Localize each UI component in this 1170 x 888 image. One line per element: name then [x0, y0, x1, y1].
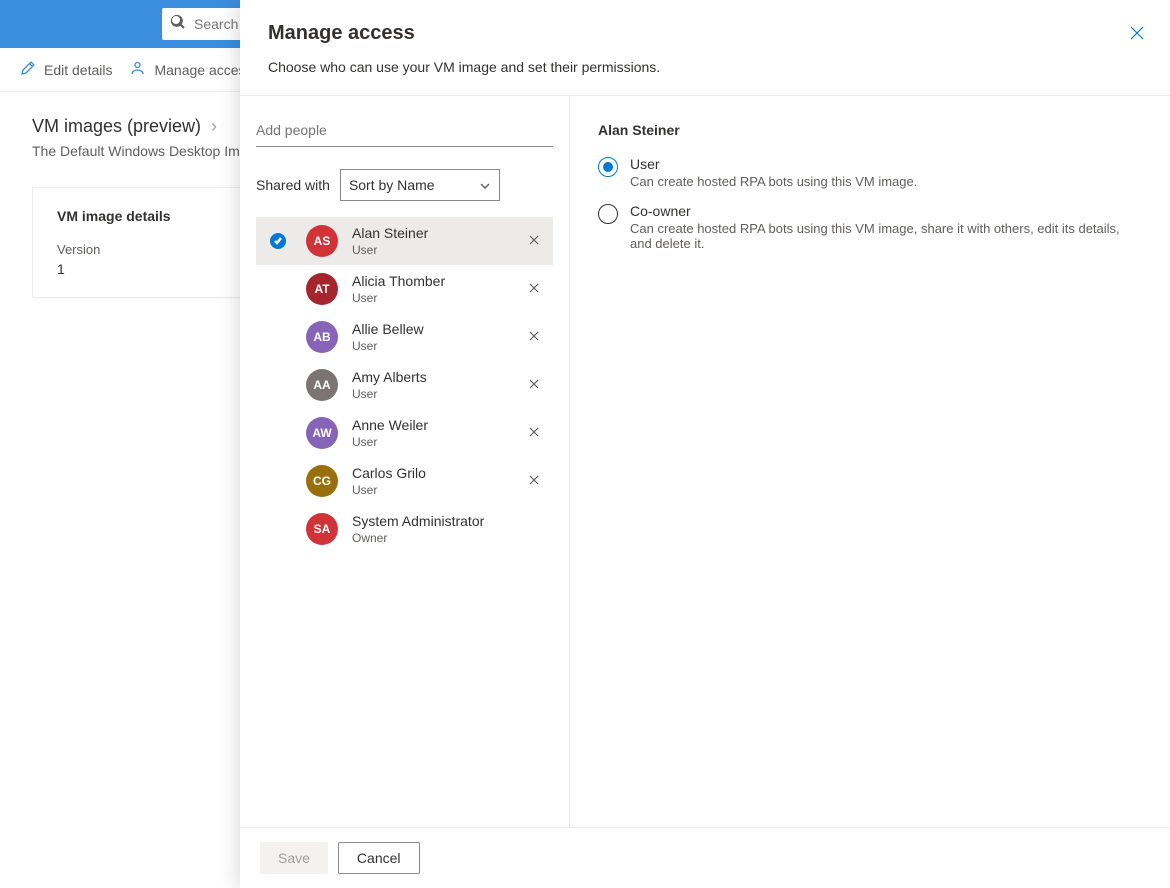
remove-person-button[interactable] — [527, 233, 543, 249]
permission-description: Can create hosted RPA bots using this VM… — [630, 221, 1142, 251]
person-row[interactable]: AS Alan Steiner User — [256, 217, 553, 265]
permission-text: Co-owner Can create hosted RPA bots usin… — [630, 203, 1142, 251]
manage-access-panel: Manage access Choose who can use your VM… — [240, 0, 1170, 888]
permission-column: Alan Steiner User Can create hosted RPA … — [570, 96, 1170, 827]
person-text: Amy Alberts User — [352, 369, 427, 401]
edit-details-label: Edit details — [44, 62, 112, 78]
person-name: Carlos Grilo — [352, 465, 426, 483]
person-name: Alicia Thomber — [352, 273, 445, 291]
person-name: System Administrator — [352, 513, 484, 531]
permission-label: User — [630, 156, 917, 172]
selected-person-heading: Alan Steiner — [598, 122, 1142, 138]
remove-person-button[interactable] — [527, 281, 543, 297]
sort-select[interactable]: Sort by Name — [340, 169, 500, 201]
person-row[interactable]: AA Amy Alberts User — [256, 361, 553, 409]
person-text: Alicia Thomber User — [352, 273, 445, 305]
breadcrumb-root[interactable]: VM images (preview) — [32, 116, 201, 137]
sort-value: Sort by Name — [349, 177, 435, 193]
permission-label: Co-owner — [630, 203, 1142, 219]
checkmark-icon — [270, 233, 286, 249]
close-icon — [527, 426, 541, 443]
people-icon — [130, 60, 146, 79]
permission-description: Can create hosted RPA bots using this VM… — [630, 174, 917, 189]
panel-title: Manage access — [268, 22, 1142, 45]
cancel-button[interactable]: Cancel — [338, 842, 420, 874]
person-row[interactable]: SA System Administrator Owner — [256, 505, 553, 553]
person-name: Anne Weiler — [352, 417, 428, 435]
person-text: Alan Steiner User — [352, 225, 428, 257]
radio-button[interactable] — [598, 204, 618, 224]
person-text: Anne Weiler User — [352, 417, 428, 449]
pencil-icon — [20, 60, 36, 79]
people-column: Shared with Sort by Name AS Alan Steiner… — [240, 96, 570, 827]
close-icon — [1128, 29, 1146, 46]
close-icon — [527, 234, 541, 251]
chevron-down-icon — [479, 179, 491, 195]
avatar: AS — [306, 225, 338, 257]
person-row[interactable]: AB Allie Bellew User — [256, 313, 553, 361]
person-role: User — [352, 243, 428, 257]
panel-description: Choose who can use your VM image and set… — [240, 59, 1170, 95]
person-role: Owner — [352, 531, 484, 545]
avatar: AB — [306, 321, 338, 353]
person-text: Carlos Grilo User — [352, 465, 426, 497]
shared-with-label: Shared with — [256, 177, 330, 193]
close-button[interactable] — [1128, 24, 1146, 42]
person-role: User — [352, 291, 445, 305]
avatar: AW — [306, 417, 338, 449]
avatar: AA — [306, 369, 338, 401]
avatar: SA — [306, 513, 338, 545]
panel-footer: Save Cancel — [240, 827, 1170, 888]
chevron-right-icon: › — [211, 116, 217, 137]
person-row[interactable]: AT Alicia Thomber User — [256, 265, 553, 313]
close-icon — [527, 282, 541, 299]
manage-access-command[interactable]: Manage access — [130, 60, 252, 79]
remove-person-button[interactable] — [527, 425, 543, 441]
permission-text: User Can create hosted RPA bots using th… — [630, 156, 917, 189]
avatar: CG — [306, 465, 338, 497]
close-icon — [527, 378, 541, 395]
person-role: User — [352, 387, 427, 401]
selection-indicator — [264, 233, 292, 249]
panel-body: Shared with Sort by Name AS Alan Steiner… — [240, 95, 1170, 827]
person-role: User — [352, 435, 428, 449]
person-row[interactable]: AW Anne Weiler User — [256, 409, 553, 457]
person-row[interactable]: CG Carlos Grilo User — [256, 457, 553, 505]
remove-person-button[interactable] — [527, 473, 543, 489]
save-button[interactable]: Save — [260, 842, 328, 874]
close-icon — [527, 330, 541, 347]
person-name: Allie Bellew — [352, 321, 424, 339]
edit-details-command[interactable]: Edit details — [20, 60, 112, 79]
sort-row: Shared with Sort by Name — [256, 169, 553, 201]
avatar: AT — [306, 273, 338, 305]
panel-header: Manage access — [240, 0, 1170, 59]
person-text: System Administrator Owner — [352, 513, 484, 545]
remove-person-button[interactable] — [527, 329, 543, 345]
radio-button[interactable] — [598, 157, 618, 177]
add-people-input[interactable] — [256, 118, 553, 147]
person-name: Amy Alberts — [352, 369, 427, 387]
person-role: User — [352, 483, 426, 497]
search-icon — [170, 14, 194, 35]
remove-person-button[interactable] — [527, 377, 543, 393]
person-name: Alan Steiner — [352, 225, 428, 243]
people-list: AS Alan Steiner User AT Alicia Thomber U… — [256, 217, 553, 827]
permission-option[interactable]: User Can create hosted RPA bots using th… — [598, 156, 1142, 189]
manage-access-label: Manage access — [154, 62, 252, 78]
close-icon — [527, 474, 541, 491]
permission-option[interactable]: Co-owner Can create hosted RPA bots usin… — [598, 203, 1142, 251]
person-role: User — [352, 339, 424, 353]
person-text: Allie Bellew User — [352, 321, 424, 353]
